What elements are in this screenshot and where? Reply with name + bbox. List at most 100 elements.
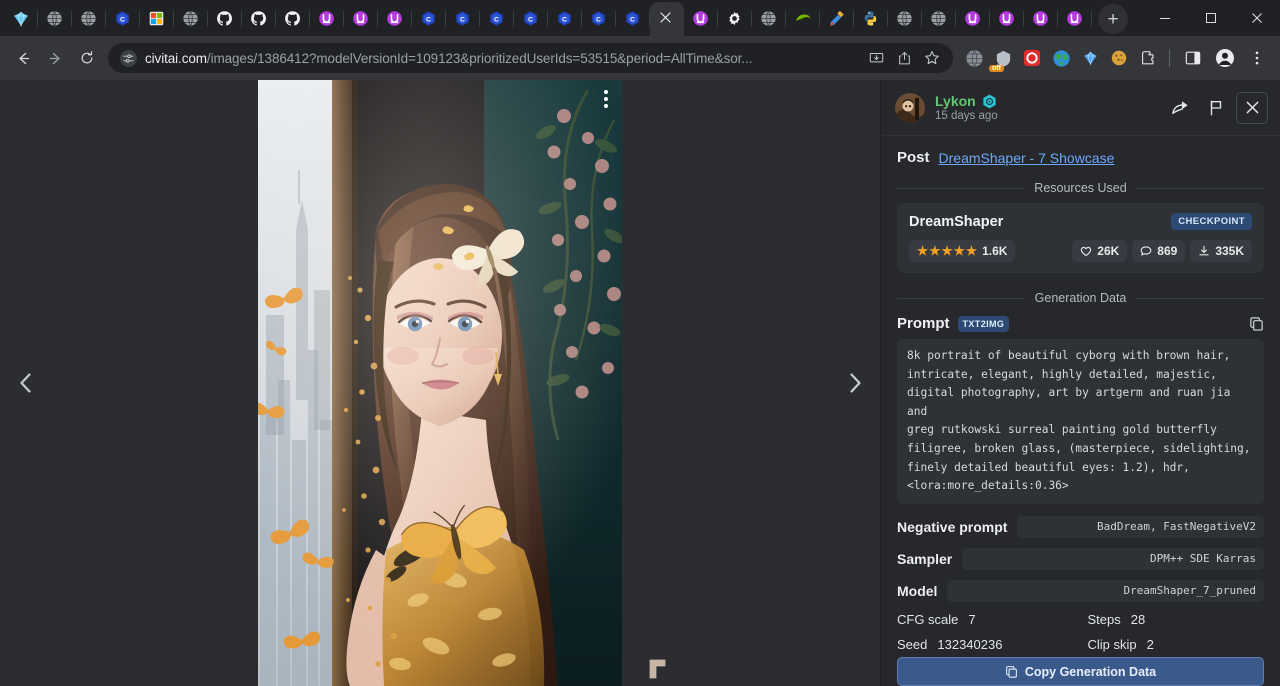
close-panel-icon[interactable] (1236, 92, 1268, 124)
svg-text:C: C (562, 16, 567, 23)
report-flag-icon[interactable] (1200, 92, 1232, 124)
browser-tab[interactable] (990, 2, 1024, 36)
window-maximize-button[interactable] (1188, 0, 1234, 36)
panel-header-actions (1164, 92, 1268, 124)
browser-tab[interactable] (378, 2, 412, 36)
browser-tab[interactable] (344, 2, 378, 36)
browser-tab[interactable] (786, 2, 820, 36)
cookie-extension-icon[interactable] (1106, 45, 1132, 71)
copy-generation-data-button[interactable]: Copy Generation Data (897, 657, 1264, 686)
field-seed: Seed 132340236 (897, 637, 1074, 652)
reload-button[interactable] (72, 43, 102, 73)
toolbar-divider (1169, 49, 1170, 67)
url-text: civitai.com/images/1386412?modelVersionI… (145, 51, 857, 66)
browser-tab[interactable] (956, 2, 990, 36)
browser-tab[interactable] (208, 2, 242, 36)
browser-tab[interactable]: C (514, 2, 548, 36)
globe-gray-icon (182, 10, 200, 28)
browser-tab[interactable] (922, 2, 956, 36)
next-image-button[interactable] (835, 363, 875, 403)
puzzle-extensions-icon[interactable] (1135, 45, 1161, 71)
svg-text:C: C (596, 16, 601, 23)
browser-tab[interactable] (4, 2, 38, 36)
resources-section-title: Resources Used (1034, 181, 1126, 195)
browser-tab-strip: CCCCCCCC + (0, 0, 1280, 36)
browser-tab[interactable] (72, 2, 106, 36)
bookmark-star-icon[interactable] (921, 47, 943, 69)
browser-tab[interactable] (310, 2, 344, 36)
downloads-pill[interactable]: 335K (1190, 240, 1252, 262)
generated-artwork[interactable] (258, 80, 622, 686)
browser-tab-active[interactable] (650, 2, 684, 36)
site-settings-icon[interactable] (120, 50, 137, 67)
extensions-group: off (961, 45, 1161, 71)
browser-tab[interactable] (1058, 2, 1092, 36)
share-icon[interactable] (893, 47, 915, 69)
browser-tab[interactable] (38, 2, 72, 36)
install-app-icon[interactable] (865, 47, 887, 69)
browser-tab[interactable] (140, 2, 174, 36)
profile-icon[interactable] (1210, 43, 1240, 73)
address-bar[interactable]: civitai.com/images/1386412?modelVersionI… (108, 43, 953, 73)
browser-tab[interactable] (1024, 2, 1058, 36)
page-content: Lykon 15 days ago (0, 80, 1280, 686)
prompt-text[interactable]: 8k portrait of beautiful cyborg with bro… (897, 339, 1264, 504)
globe-gray-icon (46, 10, 64, 28)
gear-icon (726, 10, 744, 28)
window-close-button[interactable] (1234, 0, 1280, 36)
github-icon (284, 10, 302, 28)
red-recorder-extension-icon[interactable] (1019, 45, 1045, 71)
browser-tab[interactable]: C (548, 2, 582, 36)
status-badge: CHECKPOINT (1171, 213, 1252, 230)
diamond-extension-icon[interactable] (1077, 45, 1103, 71)
likes-pill[interactable]: 26K (1072, 240, 1127, 262)
avatar[interactable] (895, 93, 925, 123)
browser-tab[interactable]: C (446, 2, 480, 36)
username[interactable]: Lykon (935, 93, 976, 109)
browser-tab[interactable] (752, 2, 786, 36)
url-host: civitai.com (145, 51, 207, 66)
browser-tab[interactable] (888, 2, 922, 36)
chrome-menu-icon[interactable] (1242, 43, 1272, 73)
comments-pill[interactable]: 869 (1132, 240, 1185, 262)
adblock-off-extension-icon[interactable]: off (990, 45, 1016, 71)
prompt-label: Prompt (897, 315, 950, 332)
svg-text:C: C (528, 16, 533, 23)
new-tab-plus-icon: + (1107, 10, 1118, 29)
window-minimize-button[interactable] (1142, 0, 1188, 36)
browser-tab[interactable] (854, 2, 888, 36)
browser-tab[interactable] (242, 2, 276, 36)
browser-tab[interactable]: C (412, 2, 446, 36)
side-panel-icon[interactable] (1178, 43, 1208, 73)
previous-image-button[interactable] (6, 363, 46, 403)
browser-tab[interactable]: C (582, 2, 616, 36)
rating-pill[interactable]: ★ ★ ★ ★ ★ 1.6K (909, 240, 1015, 262)
back-button[interactable] (8, 43, 38, 73)
browser-tab[interactable] (276, 2, 310, 36)
image-overflow-menu[interactable] (604, 90, 608, 108)
u-purple-icon (964, 10, 982, 28)
browser-tab[interactable] (718, 2, 752, 36)
browser-tab[interactable]: C (106, 2, 140, 36)
new-tab-button[interactable]: + (1098, 4, 1128, 34)
browser-tab[interactable] (174, 2, 208, 36)
copy-prompt-icon[interactable] (1249, 316, 1264, 331)
resource-title[interactable]: DreamShaper (909, 214, 1003, 230)
share-icon[interactable] (1164, 92, 1196, 124)
browser-tab[interactable]: C (616, 2, 650, 36)
browser-tab[interactable] (684, 2, 718, 36)
downloads-count: 335K (1215, 244, 1244, 258)
resource-card[interactable]: DreamShaper CHECKPOINT ★ ★ ★ ★ ★ 1.6K (897, 203, 1264, 273)
civitai-c-icon: C (488, 10, 506, 28)
svg-text:C: C (426, 16, 431, 23)
post-link[interactable]: DreamShaper - 7 Showcase (939, 150, 1115, 166)
globe-extension-icon[interactable] (961, 45, 987, 71)
username-row: Lykon (935, 93, 998, 109)
browser-tab[interactable]: C (480, 2, 514, 36)
browser-tab[interactable] (820, 2, 854, 36)
world-extension-icon[interactable] (1048, 45, 1074, 71)
field-value: DPM++ SDE Karras (962, 548, 1264, 570)
generation-mode-badge: TXT2IMG (958, 316, 1010, 332)
star-icon: ★ (966, 245, 977, 258)
forward-button[interactable] (40, 43, 70, 73)
